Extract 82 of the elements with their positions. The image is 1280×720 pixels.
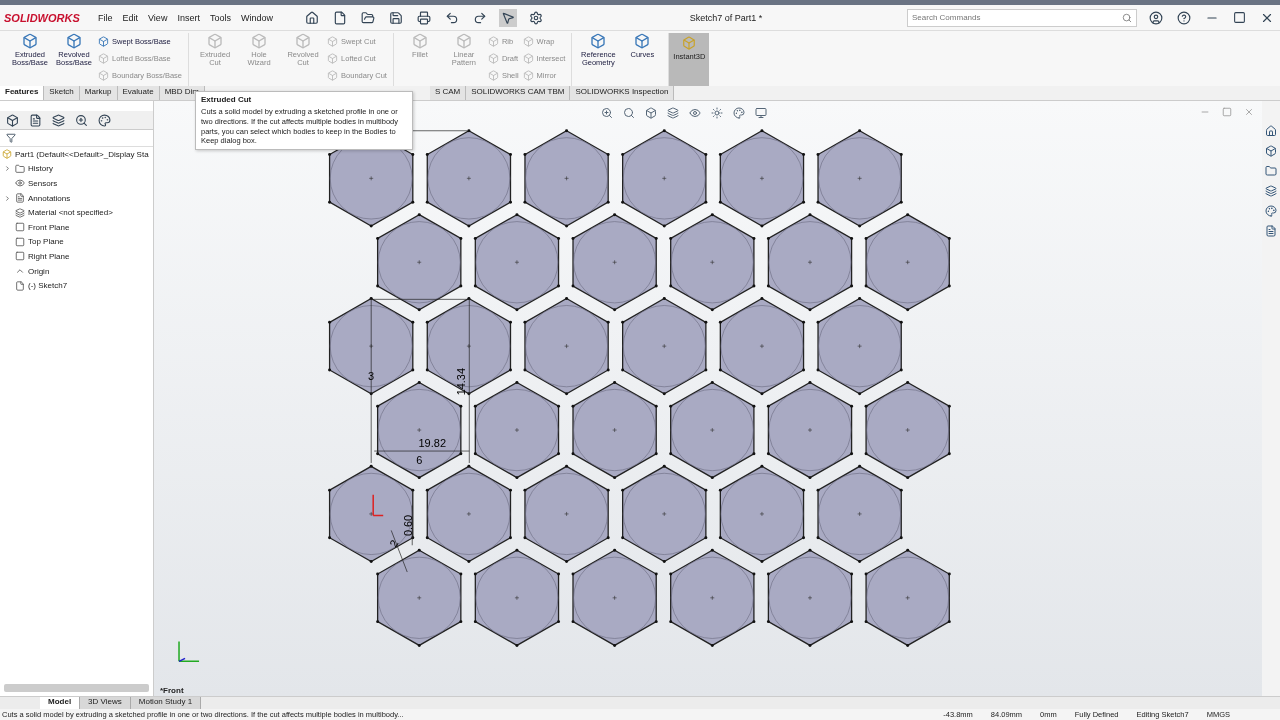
triad-icon (178, 640, 200, 663)
tree-item[interactable]: Annotations (0, 190, 153, 206)
box-icon (634, 33, 651, 49)
box-icon (66, 33, 82, 49)
tree-item[interactable]: Top Plane (0, 234, 153, 250)
task-pane-icon[interactable] (1263, 223, 1279, 239)
box-icon (455, 33, 472, 49)
box-icon (522, 70, 534, 81)
window-title: Sketch7 of Part1 * (688, 12, 764, 23)
box-icon (590, 33, 607, 49)
box-icon (327, 53, 339, 64)
box-icon (522, 36, 534, 47)
model-tab[interactable]: Motion Study 1 (130, 697, 202, 709)
tree-item[interactable]: History (0, 161, 153, 177)
view-tool-icon[interactable] (621, 105, 637, 121)
menu-item[interactable]: View (148, 12, 168, 23)
box-icon (22, 33, 38, 49)
tree-item[interactable]: Material <not specified> (0, 205, 153, 220)
ribbon-tab[interactable]: SOLIDWORKS CAM TBM (466, 86, 571, 100)
dimension-label: 6 (416, 454, 423, 466)
view-tool-icon[interactable] (731, 105, 747, 121)
plane-icon (15, 236, 25, 247)
box-icon (207, 33, 224, 49)
model-tab[interactable]: Model (40, 697, 81, 709)
ribbon-tab[interactable]: Markup (79, 86, 118, 100)
view-name: *Front (160, 686, 184, 695)
task-pane-icon[interactable] (1263, 163, 1279, 179)
ribbon-tab[interactable]: SOLIDWORKS Inspection (570, 86, 675, 100)
dimension-label: 19.82 (418, 437, 446, 450)
maximize-icon[interactable] (1231, 9, 1248, 26)
box-icon (327, 36, 339, 47)
menu-item[interactable]: Insert (177, 12, 200, 23)
app-logo: SOLIDWORKS (4, 11, 81, 24)
tree-item[interactable]: Sensors (0, 176, 153, 191)
menu-item[interactable]: Edit (122, 12, 139, 23)
view-tool-icon[interactable] (709, 105, 725, 121)
model-tab[interactable]: 3D Views (80, 697, 131, 709)
tree-item[interactable]: (-) Sketch7 (0, 278, 153, 293)
box-icon (251, 33, 268, 49)
task-pane-icon[interactable] (1263, 123, 1279, 139)
search-icon (1122, 12, 1132, 23)
menu-item[interactable]: Window (240, 12, 273, 23)
part-icon (2, 149, 12, 160)
sketch-origin-icon (372, 493, 384, 517)
ribbon-tab[interactable]: S CAM (429, 86, 467, 100)
box-icon (487, 53, 499, 64)
tree-item[interactable]: Right Plane (0, 249, 153, 264)
pointer-icon[interactable] (498, 8, 517, 27)
dimension-label: 0.60 (402, 514, 415, 537)
search-field[interactable]: Search Commands (907, 8, 1137, 27)
folder-icon (15, 163, 25, 174)
task-pane-icon[interactable] (1263, 143, 1279, 159)
box-icon (98, 53, 109, 64)
dimension-label: 14.34 (455, 368, 468, 396)
dimension-label: 3 (368, 369, 375, 382)
box-icon (682, 36, 697, 50)
task-pane-icon[interactable] (1263, 183, 1279, 199)
view-tool-icon[interactable] (599, 105, 615, 121)
ribbon-tab[interactable]: Features (0, 86, 45, 100)
ribbon-tab[interactable]: Evaluate (117, 86, 160, 100)
dimension-label: 2 (387, 537, 401, 549)
annotation-icon (15, 193, 25, 204)
view-tool-icon[interactable] (665, 105, 681, 121)
menu-item[interactable]: Tools (209, 12, 231, 23)
box-icon (522, 53, 534, 64)
tree-item[interactable]: Front Plane (0, 219, 153, 235)
tree-item[interactable]: Part1 (Default<<Default>_Display Sta (0, 147, 153, 162)
box-icon (98, 36, 109, 47)
box-icon (487, 70, 499, 81)
box-icon (295, 33, 312, 49)
task-pane-icon[interactable] (1263, 203, 1279, 219)
tree-item[interactable]: Origin (0, 263, 153, 279)
plane-icon (15, 251, 25, 262)
box-icon (411, 33, 428, 49)
view-tool-icon[interactable] (643, 105, 659, 121)
plane-icon (15, 222, 25, 233)
menu-item[interactable]: File (98, 12, 113, 23)
ribbon-tab[interactable]: Sketch (44, 86, 80, 100)
box-icon (487, 36, 499, 47)
view-tool-icon[interactable] (753, 105, 769, 121)
box-icon (327, 70, 339, 81)
box-icon (98, 70, 109, 81)
